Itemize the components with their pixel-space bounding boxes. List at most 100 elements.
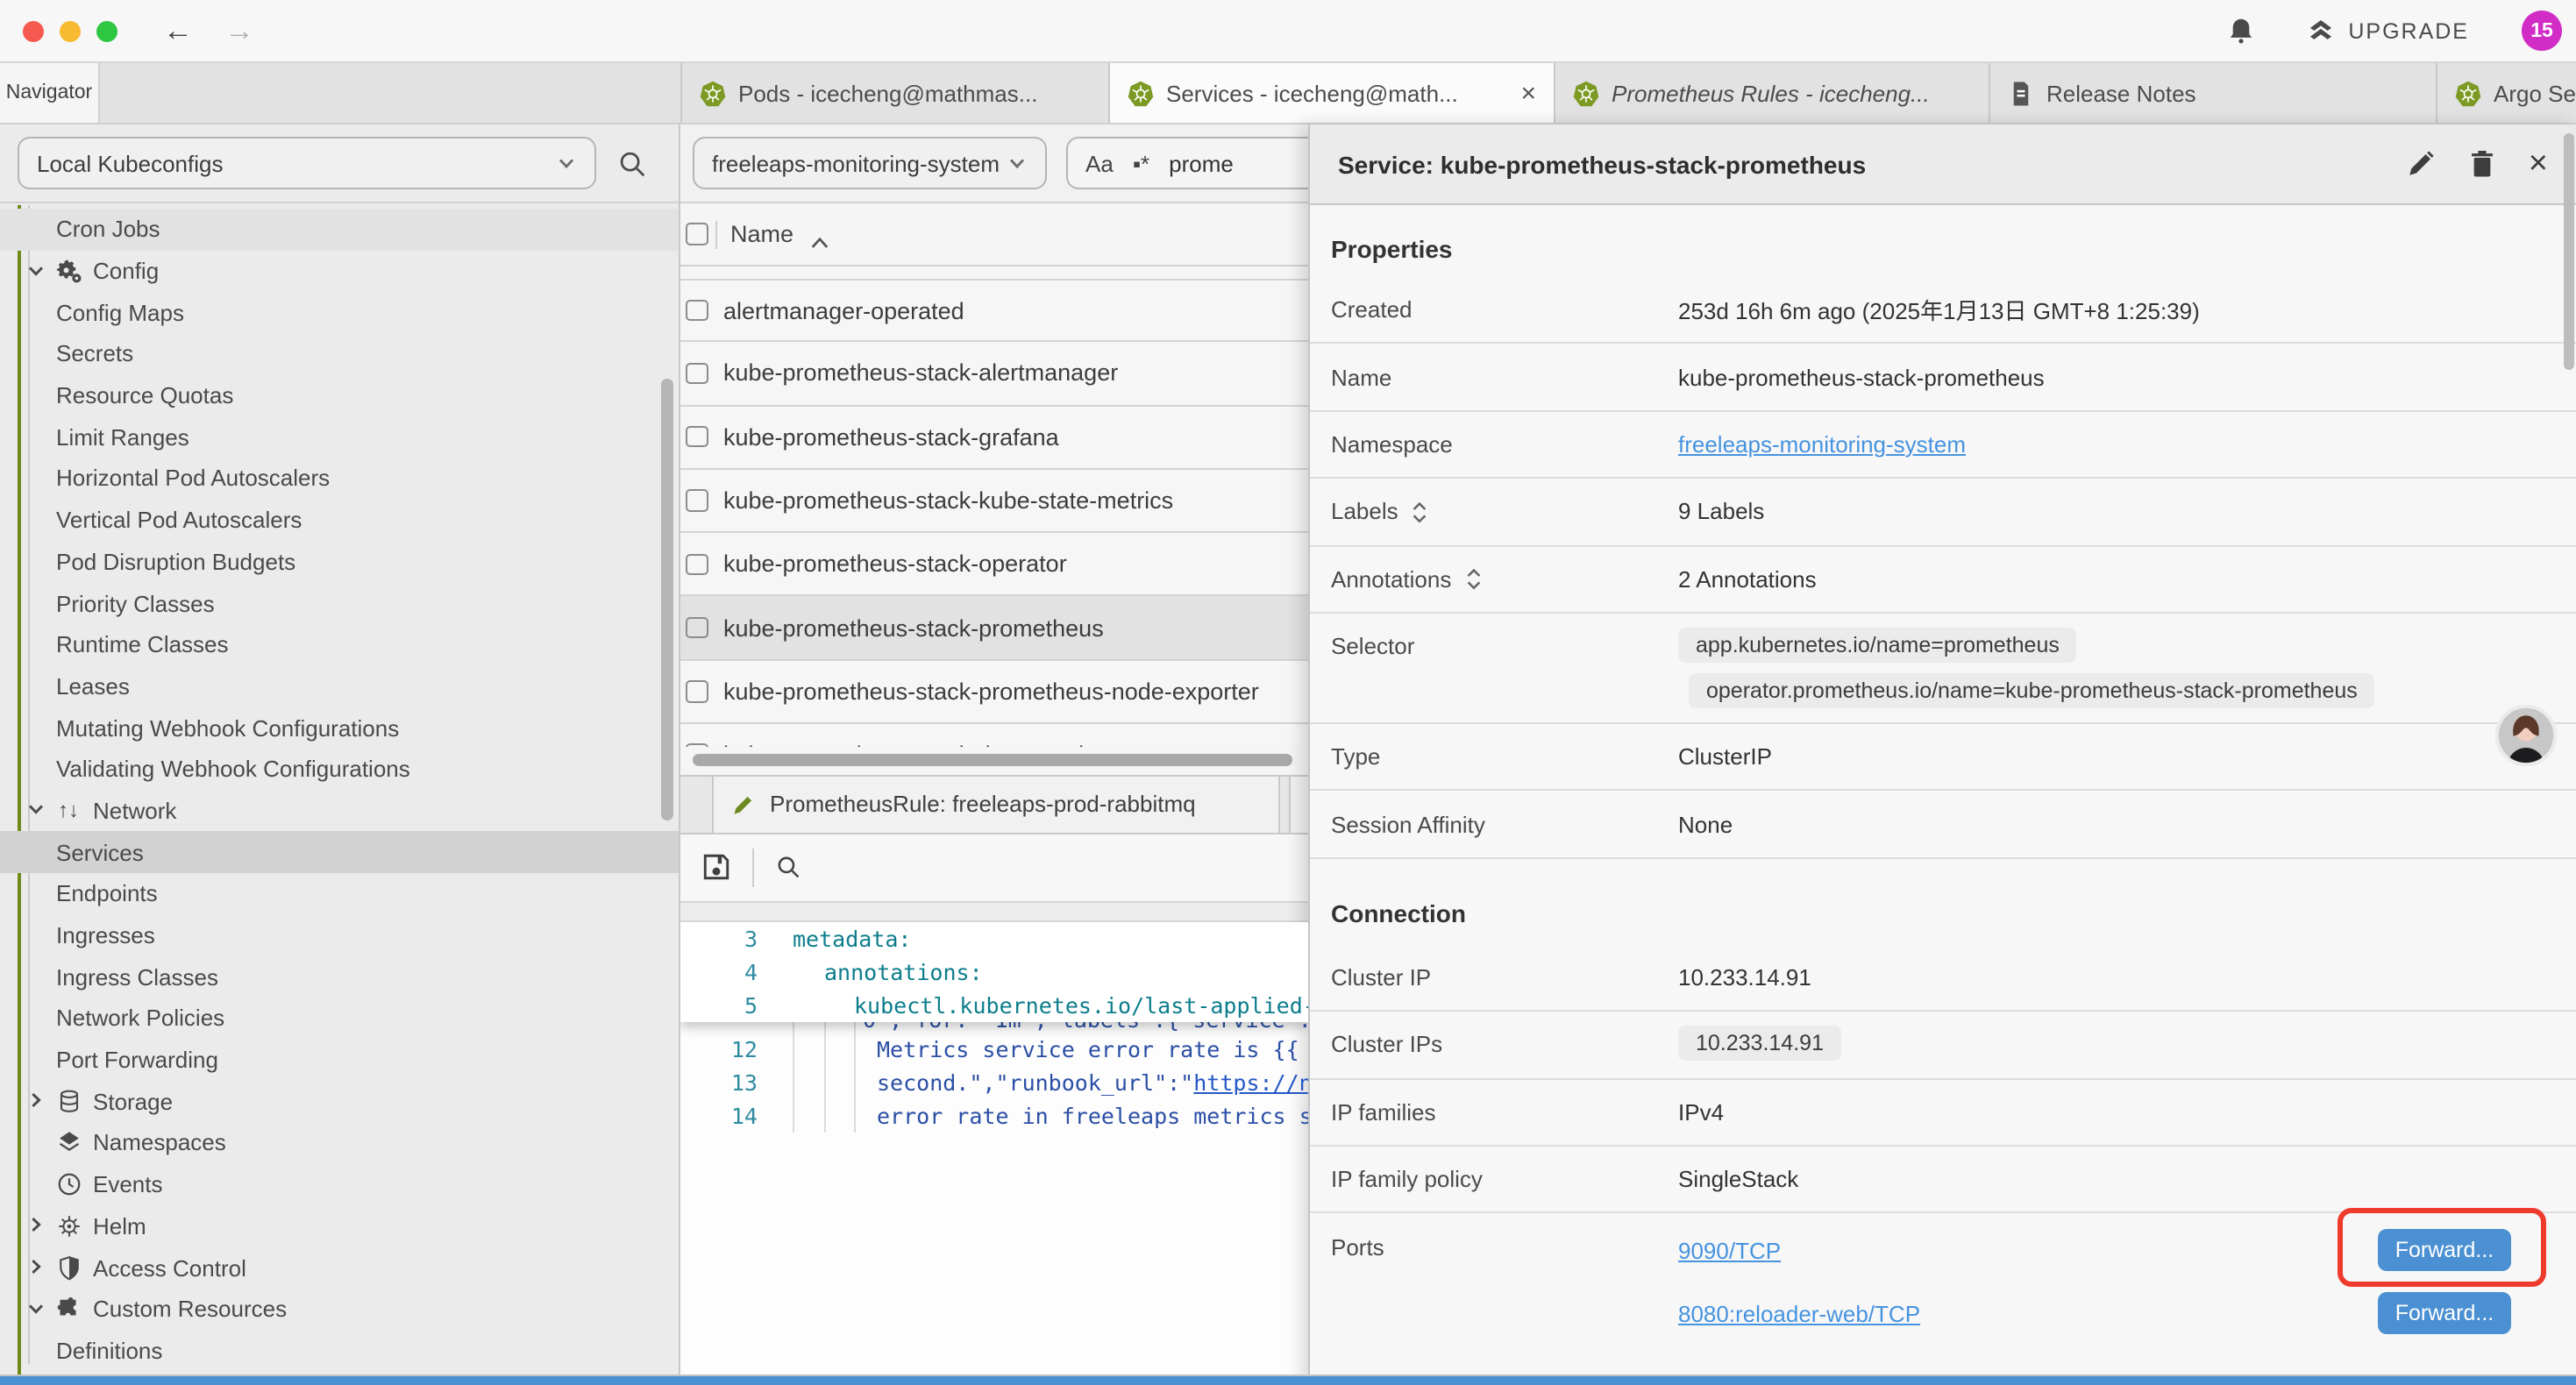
puzzle-icon [54,1295,82,1323]
sidebar-item-custom-resources[interactable]: Custom Resources [0,1289,679,1330]
user-avatar[interactable] [2495,705,2557,766]
forward-button[interactable]: → [224,16,254,46]
horizontal-scrollbar-thumb[interactable] [693,753,1292,765]
search-icon[interactable] [775,854,801,880]
table-row[interactable]: alertmanager-operated [680,279,1308,343]
sidebar-item-leases[interactable]: Leases [0,665,679,707]
sidebar-item-definitions[interactable]: Definitions [0,1330,679,1371]
table-row[interactable]: kube-prometheus-stack-alertmanager [680,343,1308,407]
sidebar-item-network-policies[interactable]: Network Policies [0,998,679,1039]
table-row[interactable]: kube-prometheus-stack-prometheus [680,597,1308,661]
sidebar-item-mutating-webhook-configurations[interactable]: Mutating Webhook Configurations [0,707,679,749]
table-row[interactable]: kube-prometheus-stack-kube-state-metrics [680,470,1308,534]
expand-collapse-icon[interactable] [1411,500,1430,524]
filter-query-text: prome [1169,150,1234,176]
close-tab-icon[interactable]: × [1506,78,1536,108]
yaml-editor[interactable]: 3metadata:4annotations:5kubectl.kubernet… [680,921,1308,1385]
expand-collapse-icon[interactable] [1463,567,1483,592]
sidebar-item-horizontal-pod-autoscalers[interactable]: Horizontal Pod Autoscalers [0,458,679,499]
row-checkbox[interactable] [686,490,708,512]
sidebar-item-network[interactable]: ↑↓Network [0,790,679,831]
sidebar-scrollbar-thumb[interactable] [661,379,673,820]
chevron-down-icon[interactable] [26,260,47,281]
tab-pods-icecheng-mathmas[interactable]: Pods - icecheng@mathmas... [682,63,1110,123]
sidebar-item-priority-classes[interactable]: Priority Classes [0,582,679,623]
tab-navigator[interactable]: Navigator [0,63,100,123]
sidebar-item-endpoints[interactable]: Endpoints [0,873,679,914]
chevron-right-icon[interactable] [26,1257,47,1278]
tab-services-icecheng-math[interactable]: Services - icecheng@math...× [1110,63,1555,123]
port-link[interactable]: 9090/TCP [1678,1238,1781,1264]
row-checkbox[interactable] [686,617,708,639]
sidebar-item-secrets[interactable]: Secrets [0,333,679,374]
table-row[interactable]: kube-prometheus-stack-operator [680,533,1308,597]
resource-list-panel: freeleaps-monitoring-system Aa ▪* prome … [680,124,1308,1385]
row-checkbox[interactable] [686,426,708,448]
sidebar-item-config[interactable]: Config [0,250,679,291]
namespace-link[interactable]: freeleaps-monitoring-system [1678,431,1966,458]
sidebar-item-port-forwarding[interactable]: Port Forwarding [0,1040,679,1081]
sidebar-item-config-maps[interactable]: Config Maps [0,292,679,333]
table-row[interactable]: kube-prometheus-stack-grafana [680,406,1308,470]
sidebar-item-helm[interactable]: Helm [0,1205,679,1246]
sidebar-item-limit-ranges[interactable]: Limit Ranges [0,416,679,458]
minimize-window-button[interactable] [60,20,81,41]
table-row[interactable]: kube-prometheus-stack-prometheus-node-ex… [680,661,1308,725]
sidebar-item-events[interactable]: Events [0,1164,679,1205]
select-all-checkbox[interactable] [686,224,708,245]
forward-button[interactable]: Forward... [2378,1293,2511,1335]
namespace-select[interactable]: freeleaps-monitoring-system [693,137,1047,189]
pencil-icon [731,792,756,816]
row-checkbox[interactable] [686,680,708,702]
notification-count-badge[interactable]: 15 [2522,11,2562,51]
runbook-url-link[interactable]: https://net [1193,1069,1308,1095]
row-checkbox[interactable] [686,553,708,575]
sidebar-item-cron-jobs[interactable]: Cron Jobs [0,209,679,250]
delete-trash-icon[interactable] [2467,149,2497,179]
sidebar-item-ingresses[interactable]: Ingresses [0,914,679,955]
sidebar-item-pod-disruption-budgets[interactable]: Pod Disruption Budgets [0,541,679,582]
tab-prometheusrule[interactable]: PrometheusRule: freeleaps-prod-rabbitmq [712,776,1280,832]
tab-label: Argo Se [2494,80,2576,106]
chevron-right-icon[interactable] [26,1091,47,1112]
row-checkbox[interactable] [686,362,708,384]
sidebar-item-label: Config Maps [56,299,184,325]
sidebar-item-access-control[interactable]: Access Control [0,1246,679,1288]
notifications-bell-icon[interactable] [2225,15,2257,46]
close-window-button[interactable] [23,20,44,41]
kubeconfig-select[interactable]: Local Kubeconfigs [18,137,596,189]
close-icon[interactable]: × [2529,147,2548,181]
row-checkbox[interactable] [686,300,708,322]
sidebar-item-label: Namespaces [93,1130,226,1156]
detail-scrollbar-thumb[interactable] [2563,133,2573,370]
regex-toggle[interactable]: ▪* [1133,150,1149,176]
sidebar-item-resource-quotas[interactable]: Resource Quotas [0,375,679,416]
port-link[interactable]: 8080:reloader-web/TCP [1678,1301,1920,1327]
sidebar-item-label: Priority Classes [56,590,215,616]
sidebar-item-namespaces[interactable]: Namespaces [0,1122,679,1163]
tab-prometheus-rules-icecheng[interactable]: Prometheus Rules - icecheng... [1555,63,1990,123]
sidebar-item-ingress-classes[interactable]: Ingress Classes [0,956,679,998]
upgrade-button[interactable]: UPGRADE [2306,16,2469,46]
back-button[interactable]: ← [163,16,193,46]
column-header-name[interactable]: Name [730,221,793,247]
tab-release-notes[interactable]: Release Notes [1990,63,2437,123]
search-icon[interactable] [617,148,647,178]
sort-ascending-icon[interactable] [809,227,829,241]
sidebar-item-services[interactable]: Services [0,832,679,873]
sidebar-item-storage[interactable]: Storage [0,1081,679,1122]
tab-argo-se[interactable]: Argo Se [2437,63,2576,123]
chevron-down-icon[interactable] [26,800,47,821]
edit-pencil-icon[interactable] [2406,149,2436,179]
table-row[interactable]: kube-prometheus-stack-thanos-ruler [680,724,1308,746]
zoom-window-button[interactable] [96,20,117,41]
tab-next-partial[interactable] [1289,776,1308,832]
sidebar-item-runtime-classes[interactable]: Runtime Classes [0,624,679,665]
sidebar-item-vertical-pod-autoscalers[interactable]: Vertical Pod Autoscalers [0,500,679,541]
chevron-down-icon[interactable] [26,1298,47,1319]
filter-input[interactable]: Aa ▪* prome [1066,137,1308,189]
save-icon[interactable] [701,852,731,882]
sidebar-item-validating-webhook-configurations[interactable]: Validating Webhook Configurations [0,749,679,790]
chevron-right-icon[interactable] [26,1216,47,1237]
match-case-toggle[interactable]: Aa [1085,150,1114,176]
